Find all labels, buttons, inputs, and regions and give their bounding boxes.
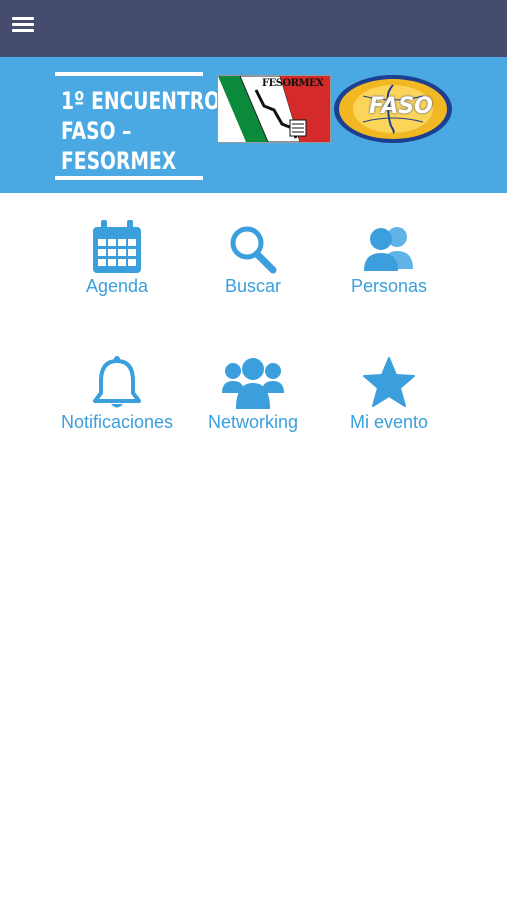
menu-item-networking[interactable]: Networking <box>178 355 328 433</box>
banner-title-line2: FASO – <box>61 117 132 145</box>
menu-item-label: Networking <box>207 412 299 432</box>
menu-item-label: Mi evento <box>349 412 429 432</box>
menu-item-notificaciones[interactable]: Notificaciones <box>42 355 192 433</box>
banner-bottom-rule <box>55 176 203 180</box>
faso-logo-text: FASO <box>369 94 433 119</box>
menu-item-agenda[interactable]: Agenda <box>42 219 192 297</box>
search-icon <box>230 226 277 274</box>
menu-item-personas[interactable]: Personas <box>314 223 464 297</box>
menu-item-label: Personas <box>350 276 428 296</box>
menu-item-label: Buscar <box>224 276 282 296</box>
hamburger-menu-icon[interactable] <box>12 17 34 37</box>
menu-item-mi-evento[interactable]: Mi evento <box>314 355 464 433</box>
event-banner: 1º ENCUENTRO FASO – FESORMEX FESORMEX FA… <box>0 57 507 193</box>
fesormex-logo-text: FESORMEX <box>262 78 324 89</box>
top-app-bar <box>0 0 507 57</box>
banner-top-rule <box>55 72 203 76</box>
menu-item-label: Notificaciones <box>60 412 174 432</box>
banner-title-block: 1º ENCUENTRO FASO – FESORMEX <box>55 72 221 180</box>
faso-logo: FASO <box>333 74 454 144</box>
banner-title-line3: FESORMEX <box>61 147 177 175</box>
bell-icon <box>93 356 141 408</box>
menu-item-label: Agenda <box>85 276 149 296</box>
calendar-icon <box>93 220 141 273</box>
banner-title-line1: 1º ENCUENTRO <box>61 87 221 115</box>
menu-item-buscar[interactable]: Buscar <box>178 223 328 297</box>
group-icon <box>222 358 284 409</box>
people-icon <box>364 227 413 271</box>
banner-title: 1º ENCUENTRO FASO – FESORMEX <box>61 86 221 176</box>
star-icon <box>363 357 415 407</box>
fesormex-logo: FESORMEX <box>217 75 331 143</box>
